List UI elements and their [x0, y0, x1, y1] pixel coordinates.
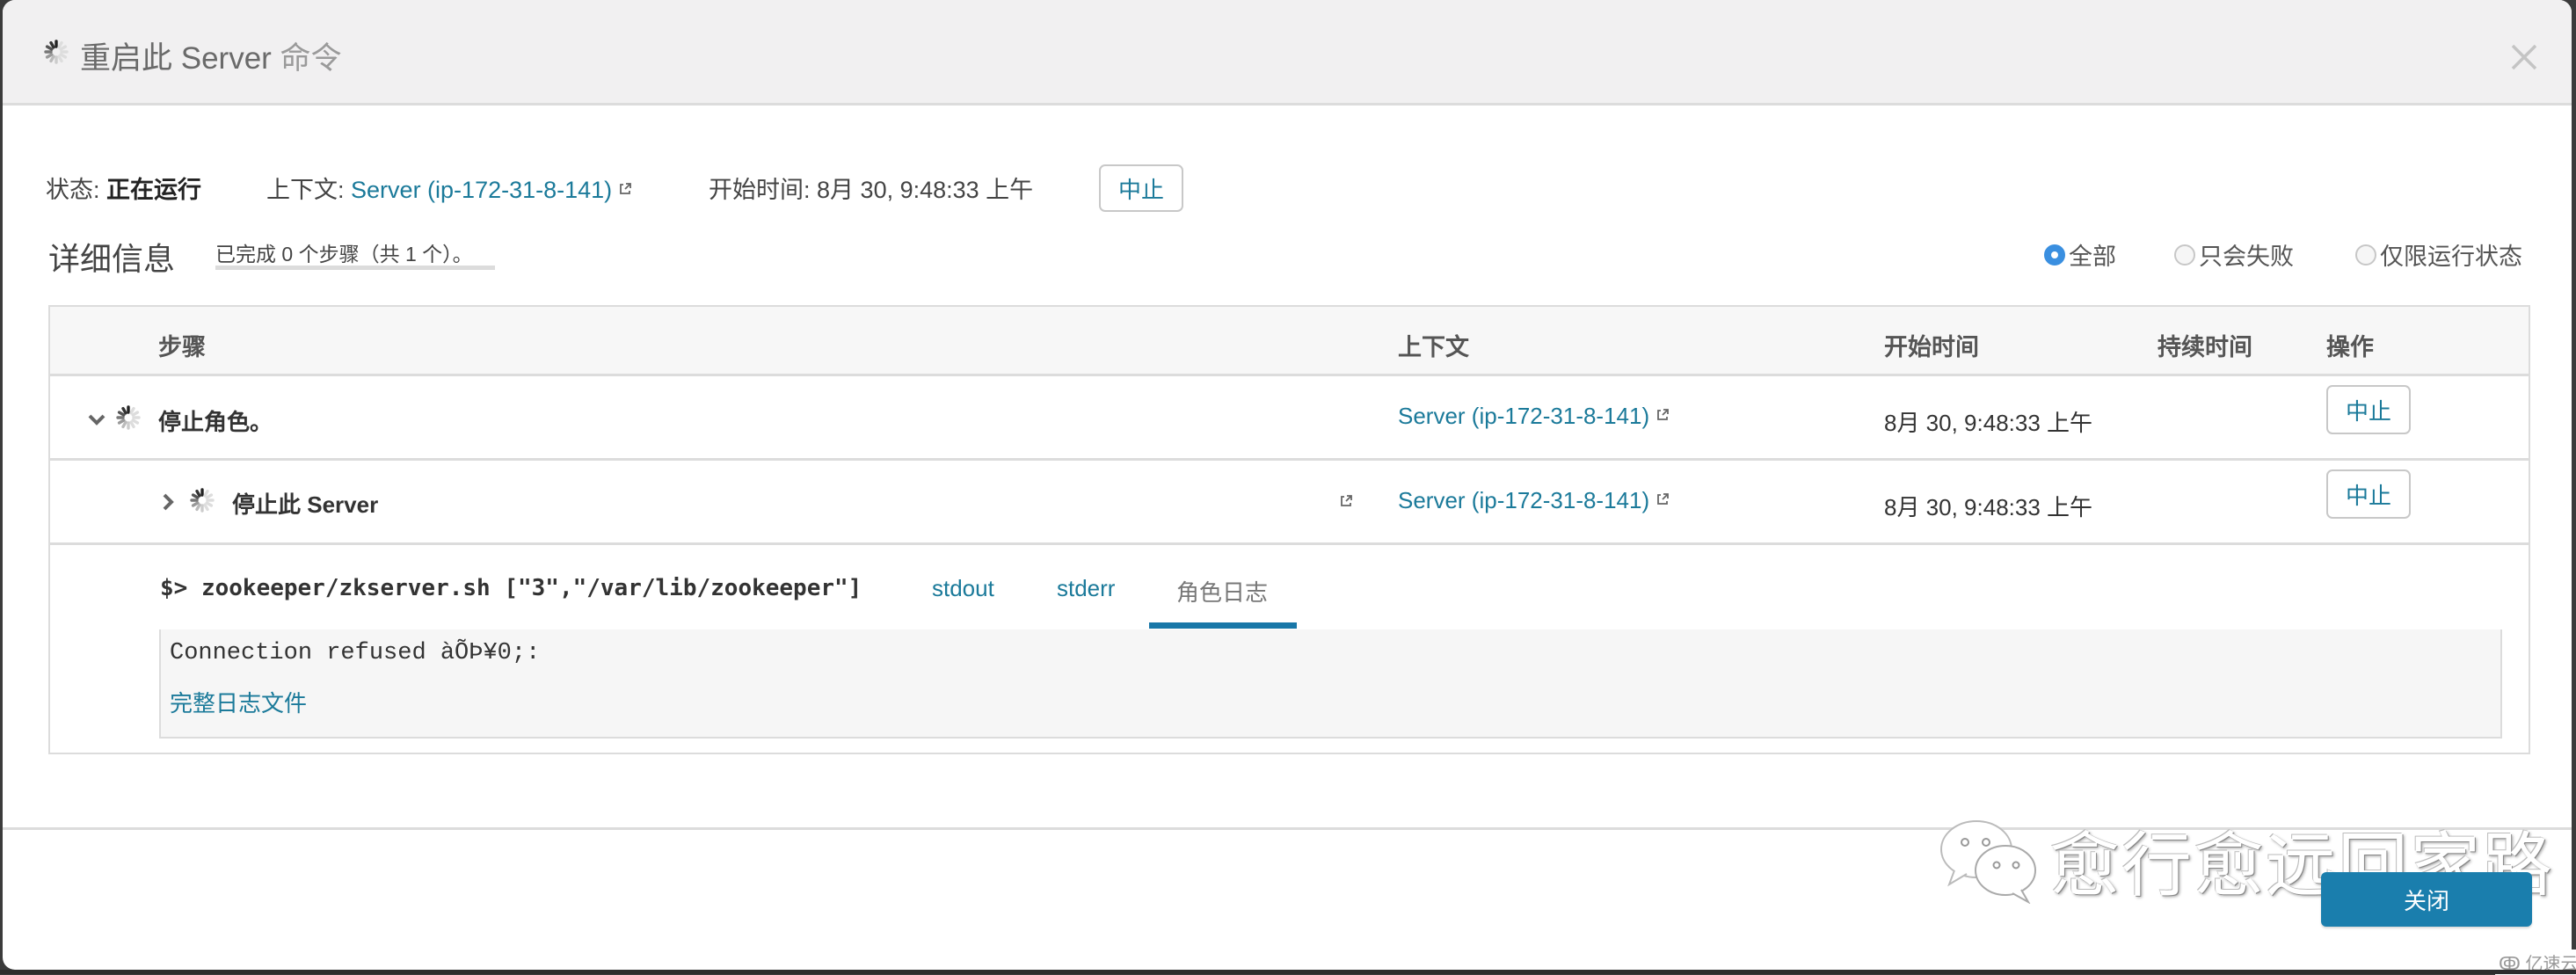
dialog-title: 重启此 Server 命令: [80, 33, 342, 78]
spinner-icon: [43, 39, 69, 65]
radio-button-icon[interactable]: [2174, 244, 2195, 266]
command-dialog: 重启此 Server 命令 状态: 正在运行 上下文: Server (ip-1…: [3, 0, 2572, 970]
log-output-text: Connection refused àÕÞ¥0;:: [170, 640, 541, 666]
abort-step-button[interactable]: 中止: [2326, 385, 2411, 434]
step-name: 停止角色。: [158, 409, 273, 435]
details-title: 详细信息: [48, 241, 176, 277]
active-tab-indicator: [1149, 622, 1297, 629]
table-row: 停止角色。 Server (ip-172-31-8-141) 8月 30, 9:…: [50, 376, 2529, 461]
dialog-header: 重启此 Server 命令: [3, 0, 2572, 106]
table-row: 停止此 Server Server (ip-172-31-8-141) 8月 3…: [50, 461, 2529, 545]
column-header-actions: 操作: [2326, 334, 2374, 360]
step-start-time: 8月 30, 9:48:33 上午: [1884, 494, 2093, 520]
context-field: 上下文: Server (ip-172-31-8-141): [266, 171, 632, 205]
command-line: $> zookeeper/zkserver.sh ["3","/var/lib/…: [160, 575, 862, 601]
column-header-duration: 持续时间: [2158, 334, 2252, 360]
steps-summary: 已完成 0 个步骤（共 1 个）。: [215, 243, 473, 266]
external-link-icon[interactable]: [618, 182, 632, 196]
table-header: 步骤 上下文 开始时间 持续时间 操作: [50, 307, 2529, 376]
step-name: 停止此 Server: [232, 491, 379, 518]
steps-table: 步骤 上下文 开始时间 持续时间 操作 停止角色。 Server (ip-172…: [48, 305, 2530, 754]
start-time-label: 开始时间:: [709, 177, 811, 203]
start-time-value: 8月 30, 9:48:33 上午: [817, 177, 1034, 203]
spinner-icon: [189, 487, 215, 513]
step-context: Server (ip-172-31-8-141): [1398, 487, 1670, 514]
column-header-context: 上下文: [1398, 334, 1469, 360]
external-link-icon[interactable]: [1655, 408, 1670, 422]
radio-button-icon[interactable]: [2044, 244, 2065, 266]
filter-failed-only-label: 只会失败: [2199, 244, 2294, 270]
status-label: 状态:: [46, 177, 100, 203]
context-link[interactable]: Server (ip-172-31-8-141): [351, 177, 612, 203]
close-icon[interactable]: [2507, 40, 2542, 75]
tab-stdout[interactable]: stdout: [932, 575, 994, 602]
abort-command-button[interactable]: 中止: [1099, 164, 1183, 212]
start-time-field: 开始时间: 8月 30, 9:48:33 上午: [709, 171, 1033, 205]
step-context-link[interactable]: Server (ip-172-31-8-141): [1398, 487, 1649, 513]
filter-all-radio[interactable]: 全部: [2044, 237, 2116, 272]
filter-running-only-radio[interactable]: 仅限运行状态: [2355, 237, 2522, 272]
chevron-down-icon[interactable]: [87, 410, 106, 429]
filter-failed-only-radio[interactable]: 只会失败: [2174, 237, 2294, 272]
close-button[interactable]: 关闭: [2321, 872, 2532, 927]
radio-button-icon[interactable]: [2355, 244, 2376, 266]
step-context: Server (ip-172-31-8-141): [1398, 403, 1670, 430]
spinner-icon: [115, 404, 142, 431]
external-link-icon[interactable]: [1655, 492, 1670, 506]
step-context-link[interactable]: Server (ip-172-31-8-141): [1398, 403, 1649, 429]
column-header-step: 步骤: [158, 334, 206, 360]
status-value: 正在运行: [106, 177, 202, 203]
background-strip: [0, 970, 2576, 974]
abort-step-button[interactable]: 中止: [2326, 469, 2411, 519]
status-field: 状态: 正在运行: [46, 171, 201, 205]
footer-divider: [3, 827, 2572, 830]
tab-stderr[interactable]: stderr: [1057, 575, 1115, 602]
steps-progress-bar: [215, 266, 495, 270]
filter-all-label: 全部: [2069, 244, 2116, 270]
column-header-start-time: 开始时间: [1884, 334, 1979, 360]
step-start-time: 8月 30, 9:48:33 上午: [1884, 410, 2093, 436]
chevron-right-icon[interactable]: [158, 492, 178, 512]
full-log-file-link[interactable]: 完整日志文件: [170, 686, 307, 718]
filter-running-only-label: 仅限运行状态: [2380, 244, 2522, 270]
context-label: 上下文:: [266, 177, 345, 203]
dialog-title-suffix: 命令: [280, 41, 342, 76]
dialog-title-main: 重启此 Server: [80, 41, 272, 76]
log-output: Connection refused àÕÞ¥0;: 完整日志文件: [159, 629, 2502, 739]
tab-role-log[interactable]: 角色日志: [1176, 575, 1268, 608]
external-link-icon[interactable]: [1339, 494, 1353, 508]
